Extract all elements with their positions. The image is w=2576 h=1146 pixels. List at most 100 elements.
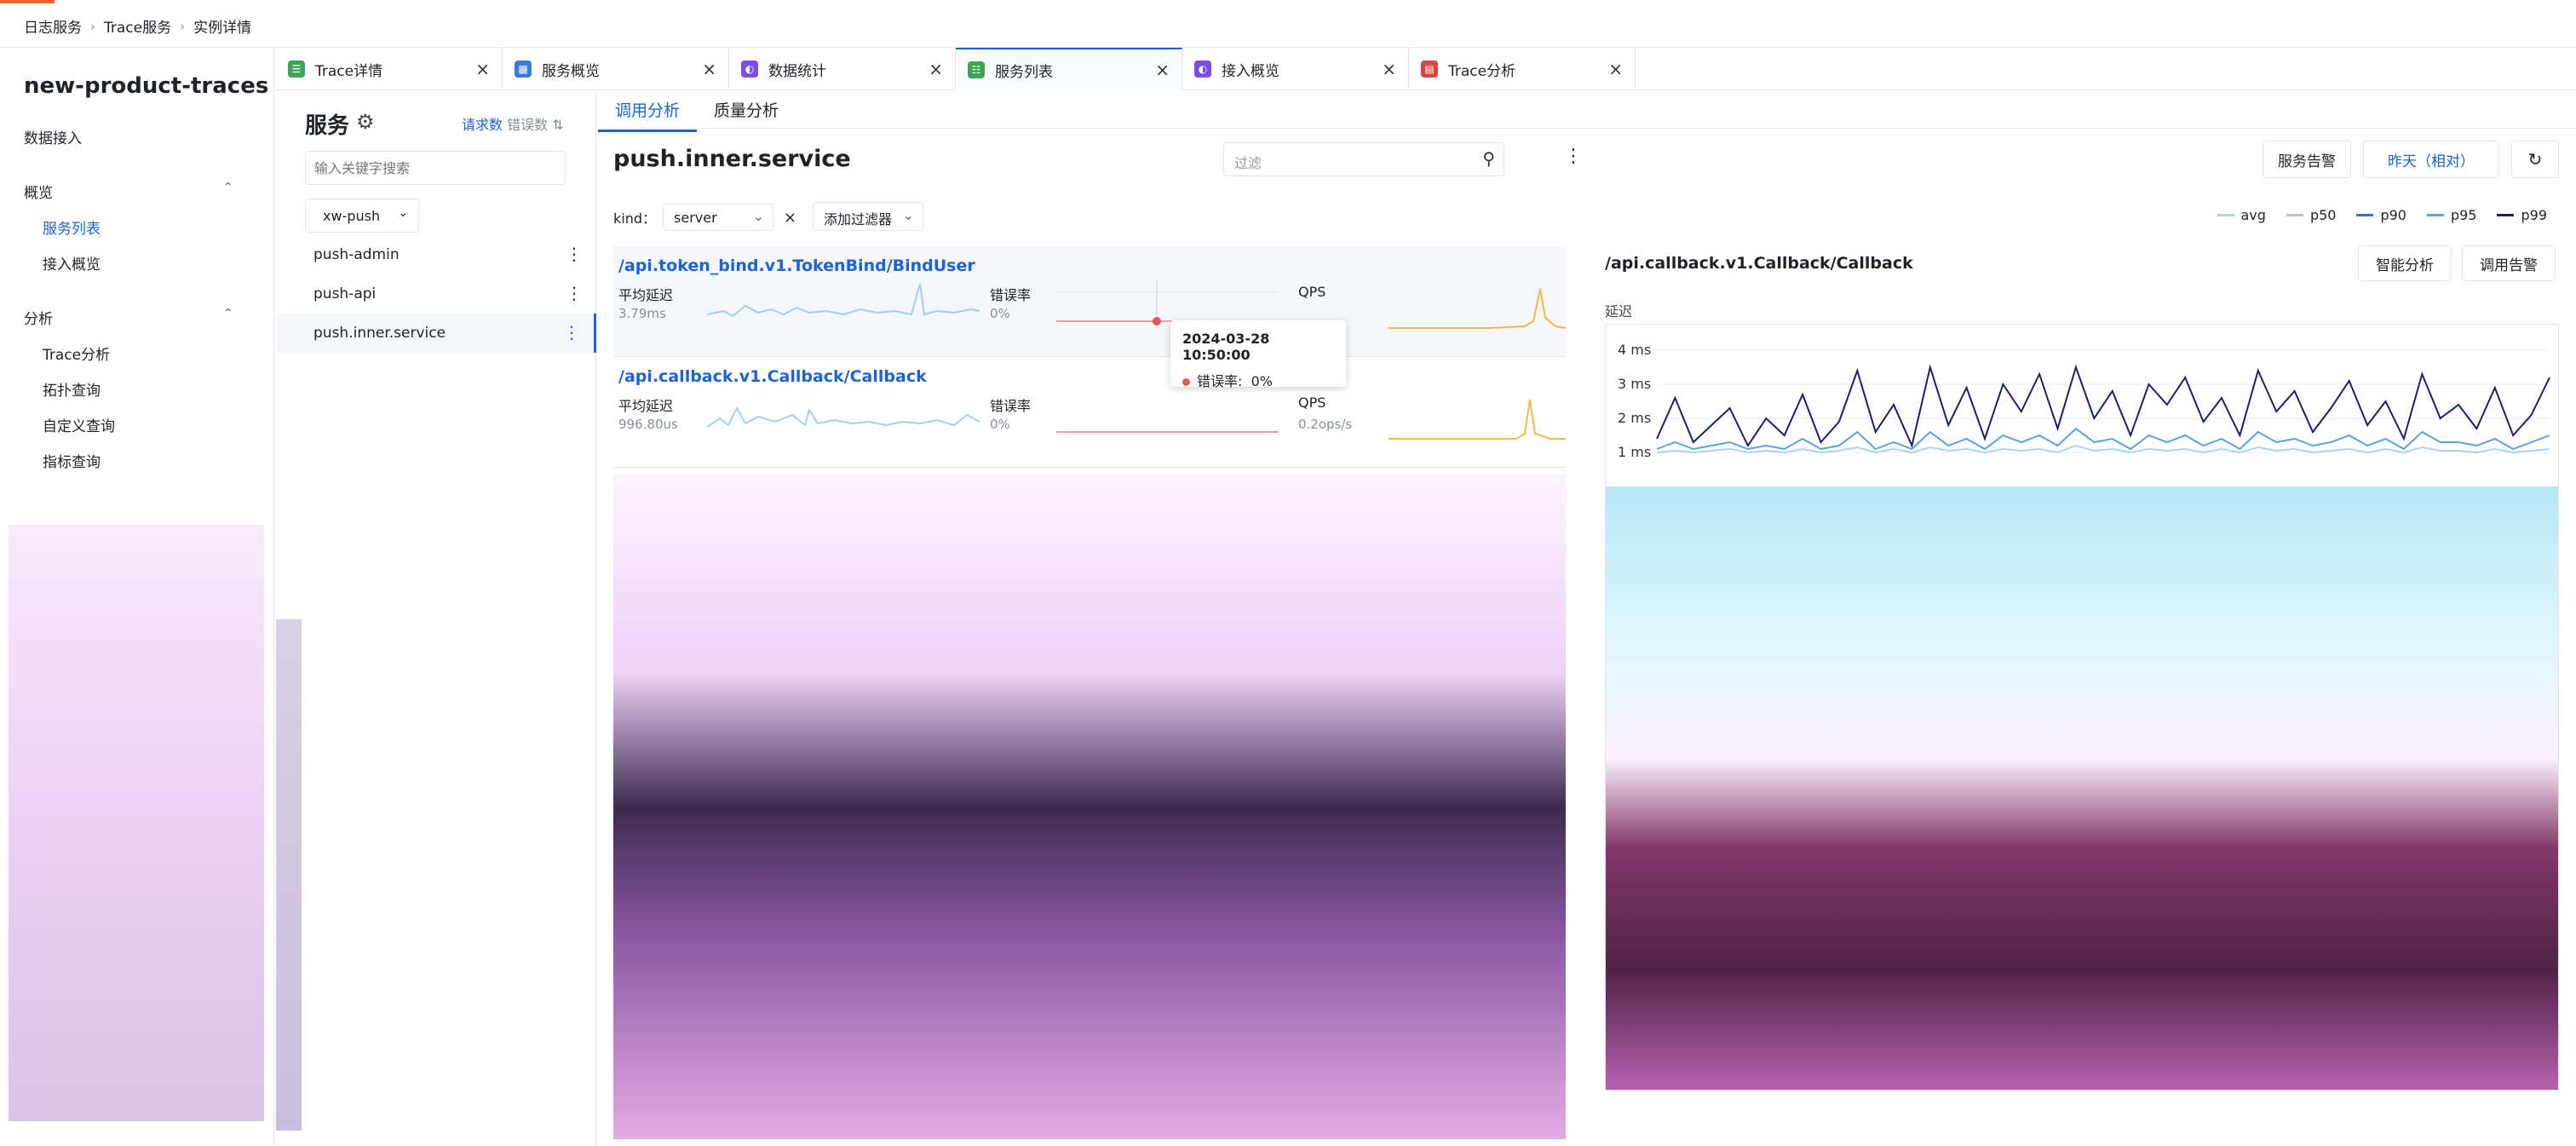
tab-service-overview[interactable]: ▦ 服务概览 ×	[503, 48, 729, 90]
legend-swatch	[2356, 214, 2374, 216]
close-icon[interactable]: ×	[702, 59, 716, 79]
sidebar-item-ingest-overview[interactable]: 接入概览	[43, 252, 101, 274]
trace-analysis-icon: ▤	[1421, 60, 1438, 78]
time-range-button[interactable]: 昨天（相对）	[2363, 141, 2499, 178]
sidebar-item-service-list[interactable]: 服务列表	[43, 216, 101, 238]
tab-call-analysis[interactable]: 调用分析	[598, 98, 698, 132]
chart-legend: avg p50 p90 p95 p99	[2217, 207, 2547, 223]
tab-data-stats[interactable]: ◐ 数据统计 ×	[729, 48, 956, 90]
close-icon[interactable]: ×	[784, 209, 796, 227]
legend-label: p50	[2309, 207, 2337, 223]
service-item-push-inner-service[interactable]: push.inner.service ⋮	[276, 314, 596, 353]
service-panel: 服务 ⚙ 请求数 错误数 ⇅ xw-push ⌄ push-admin ⋮ pu…	[276, 91, 596, 1146]
add-filter-select[interactable]: 添加过滤器 ⌄	[813, 202, 923, 231]
more-icon[interactable]: ⋮	[566, 244, 583, 264]
legend-item-p50[interactable]: p50	[2286, 207, 2337, 223]
refresh-icon[interactable]: ↻	[2511, 141, 2559, 178]
close-icon[interactable]: ×	[929, 59, 943, 79]
sidebar-item-trace-analysis[interactable]: Trace分析	[43, 343, 110, 364]
more-icon[interactable]: ⋮	[563, 322, 580, 343]
sidebar-item-metric-query[interactable]: 指标查询	[43, 450, 101, 471]
sort-options: 请求数 错误数 ⇅	[462, 113, 564, 134]
error-rate-label: 错误率	[990, 287, 1032, 303]
add-filter-label: 添加过滤器	[824, 211, 893, 227]
filter-input[interactable]: 过滤 ⚲	[1223, 142, 1504, 176]
series-line-avg	[1656, 444, 2550, 454]
series-line-p95	[1656, 427, 2550, 451]
chevron-up-icon[interactable]: ⌃	[223, 307, 233, 320]
chevron-right-icon: ›	[90, 18, 95, 34]
tab-label: Trace详情	[315, 62, 383, 80]
gear-icon[interactable]: ⚙	[356, 110, 375, 134]
tab-label: Trace分析	[1448, 62, 1516, 80]
tab-trace-detail[interactable]: ☰ Trace详情 ×	[276, 48, 503, 90]
endpoint-row[interactable]: /api.token_bind.v1.TokenBind/BindUser 平均…	[613, 246, 1566, 357]
legend-swatch	[2217, 214, 2234, 216]
latency-sparkline	[707, 406, 980, 428]
service-item-push-admin[interactable]: push-admin ⋮	[276, 235, 596, 274]
chevron-right-icon: ›	[180, 18, 186, 34]
chevron-up-icon[interactable]: ⌃	[223, 181, 233, 194]
top-bar: 日志服务 › Trace服务 › 实例详情	[0, 0, 2576, 48]
sort-by-requests[interactable]: 请求数	[462, 117, 503, 133]
service-alert-button[interactable]: 服务告警	[2263, 141, 2351, 178]
close-icon[interactable]: ×	[1155, 60, 1170, 80]
project-select[interactable]: xw-push ⌄	[305, 199, 419, 233]
tab-service-list[interactable]: ☷ 服务列表 ×	[956, 48, 1182, 90]
detail-panel: /api.callback.v1.Callback/Callback 智能分析 …	[1603, 239, 2566, 1133]
service-item-push-api[interactable]: push-api ⋮	[276, 274, 596, 314]
search-icon[interactable]: ⚲	[1482, 148, 1495, 169]
chart-tooltip: 2024-03-28 10:50:00 错误率: 0%	[1170, 320, 1346, 389]
y-tick-label: 4 ms	[1618, 342, 1651, 358]
page-title: push.inner.service	[613, 146, 851, 172]
service-search-input[interactable]	[305, 151, 566, 185]
breadcrumb-item-1[interactable]: 日志服务	[24, 15, 82, 37]
sidebar-item-custom-query[interactable]: 自定义查询	[43, 414, 115, 435]
legend-item-avg[interactable]: avg	[2217, 207, 2266, 223]
image-artifact	[613, 475, 1566, 1139]
sort-order-icon[interactable]: ⇅	[552, 117, 563, 133]
service-item-label: push.inner.service	[313, 325, 446, 342]
qps-label: QPS	[1298, 394, 1326, 411]
avg-latency-value: 996.80us	[618, 417, 678, 432]
more-icon[interactable]: ⋮	[1564, 146, 1583, 167]
tooltip-label: 错误率:	[1197, 373, 1243, 389]
sort-by-errors[interactable]: 错误数	[507, 117, 548, 133]
breadcrumb: 日志服务 › Trace服务 › 实例详情	[24, 15, 251, 37]
error-rate-value: 0%	[990, 417, 1010, 432]
call-alert-button[interactable]: 调用告警	[2462, 245, 2556, 281]
sidebar: new-product-traces 数据接入 概览 ⌃ 服务列表 接入概览 分…	[0, 48, 274, 1146]
sidebar-item-topology[interactable]: 拓扑查询	[43, 378, 101, 400]
legend-item-p99[interactable]: p99	[2497, 207, 2547, 223]
tab-ingest-overview[interactable]: ◐ 接入概览 ×	[1182, 48, 1409, 90]
chevron-down-icon: ⌄	[902, 207, 914, 223]
sidebar-item-data-ingest[interactable]: 数据接入	[24, 126, 82, 147]
legend-item-p95[interactable]: p95	[2426, 207, 2477, 223]
legend-label: p95	[2450, 207, 2477, 223]
sidebar-group-overview[interactable]: 概览	[24, 181, 53, 202]
breadcrumb-item-2[interactable]: Trace服务	[104, 15, 171, 37]
endpoint-row[interactable]: /api.callback.v1.Callback/Callback 平均延迟 …	[613, 357, 1566, 468]
more-icon[interactable]: ⋮	[566, 283, 583, 303]
image-artifact	[276, 619, 302, 1131]
brand-accent	[0, 0, 55, 3]
endpoint-link[interactable]: /api.token_bind.v1.TokenBind/BindUser	[618, 256, 975, 275]
y-tick-label: 1 ms	[1618, 444, 1651, 460]
legend-item-p90[interactable]: p90	[2356, 207, 2406, 223]
endpoint-link[interactable]: /api.callback.v1.Callback/Callback	[618, 367, 927, 386]
smart-analysis-button[interactable]: 智能分析	[2358, 245, 2452, 281]
tab-bar: ☰ Trace详情 × ▦ 服务概览 × ◐ 数据统计 × ☷ 服务列表 × ◐…	[276, 48, 2576, 90]
legend-label: p99	[2521, 207, 2547, 223]
app-title: new-product-traces	[24, 73, 269, 99]
tab-quality-analysis[interactable]: 质量分析	[697, 98, 796, 130]
close-icon[interactable]: ×	[1382, 59, 1396, 79]
close-icon[interactable]: ×	[475, 59, 490, 79]
sidebar-group-analysis[interactable]: 分析	[24, 307, 53, 328]
qps-label: QPS	[1298, 284, 1326, 300]
kind-select[interactable]: server ⌄	[663, 204, 774, 231]
image-artifact	[9, 525, 264, 1121]
tab-label: 服务列表	[995, 63, 1053, 81]
tab-trace-analysis[interactable]: ▤ Trace分析 ×	[1409, 48, 1636, 90]
kind-select-value: server	[674, 210, 717, 226]
close-icon[interactable]: ×	[1608, 59, 1623, 79]
